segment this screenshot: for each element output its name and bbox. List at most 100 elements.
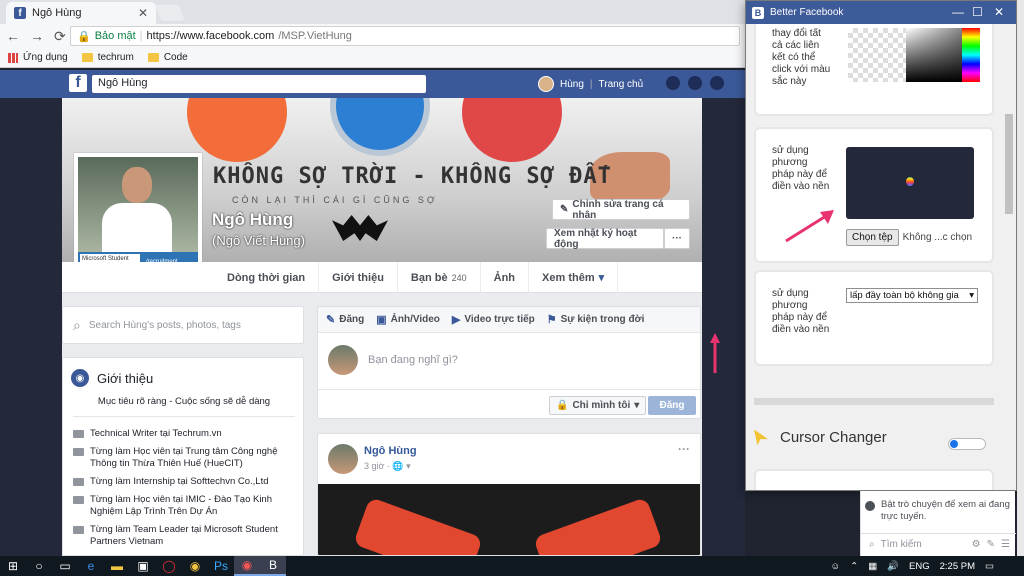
composer-tabs: ✎ Đăng ▣ Ảnh/Video ▶ Video trực tiếp ⚑ Sự ki… xyxy=(318,307,700,333)
people-icon[interactable]: ☺ xyxy=(831,561,841,572)
facebook-favicon-icon: f xyxy=(14,7,26,19)
work-item: Từng làm Học viên tại Trung tâm Công ngh… xyxy=(73,446,299,471)
file-explorer-icon[interactable]: ▬ xyxy=(104,556,130,576)
language-indicator[interactable]: ENG xyxy=(909,561,930,572)
post-timestamp[interactable]: 3 giờ · 🌐 ▾ xyxy=(364,461,411,472)
right-margin xyxy=(702,98,745,556)
saturation-picker[interactable] xyxy=(906,28,962,82)
toggle-knob xyxy=(950,440,958,448)
store-icon[interactable]: ▣ xyxy=(130,556,156,576)
tab-timeline[interactable]: Dòng thời gian xyxy=(214,262,320,293)
pencil-icon: ✎ xyxy=(560,204,569,215)
cortana-icon[interactable]: ○ xyxy=(26,556,52,576)
network-icon[interactable]: ▦ xyxy=(868,561,877,572)
secure-label: Bảo mật xyxy=(94,30,136,42)
facebook-logo-icon[interactable]: f xyxy=(69,74,87,92)
privacy-select[interactable]: 🔒 Chỉ mình tôi ▾ xyxy=(549,396,647,415)
divider xyxy=(318,389,700,390)
maximize-icon[interactable]: ☐ xyxy=(972,5,983,19)
link-color-description: thay đổi tất cả các liên kết có thể clic… xyxy=(772,28,831,87)
chevron-down-icon: ▾ xyxy=(634,400,640,411)
minimize-icon[interactable]: — xyxy=(952,5,964,19)
windows-start-icon[interactable]: ⊞ xyxy=(0,556,26,576)
avatar[interactable] xyxy=(538,76,554,92)
choose-file-button[interactable]: Chọn tệp xyxy=(846,229,899,246)
composer-tab-post[interactable]: ✎ Đăng xyxy=(326,313,364,326)
profile-search-box[interactable]: ⌕ Search Hùng's posts, photos, tags xyxy=(62,306,304,344)
tab-friends[interactable]: Bạn bè 240 xyxy=(398,262,481,293)
bookmark-apps[interactable]: Ứng dụng xyxy=(8,52,68,63)
avatar[interactable] xyxy=(328,444,358,474)
tab-close-icon[interactable]: ✕ xyxy=(138,6,148,20)
opera-icon[interactable]: ◯ xyxy=(156,556,182,576)
bookmark-techrum[interactable]: techrum xyxy=(81,52,134,63)
profile-picture[interactable]: Microsoft Student Partners /recruitment xyxy=(74,153,202,279)
extension-scroll-thumb[interactable] xyxy=(1005,114,1013,214)
facebook-notification-icons xyxy=(666,76,724,90)
lock-icon: 🔒 xyxy=(556,400,569,411)
tab-photos[interactable]: Ảnh xyxy=(481,262,530,293)
tab-about[interactable]: Giới thiệu xyxy=(319,262,398,293)
reload-icon[interactable]: ⟳ xyxy=(54,28,66,45)
composer-tab-photo[interactable]: ▣ Ảnh/Video xyxy=(376,313,440,326)
edge-icon[interactable]: e xyxy=(78,556,104,576)
task-view-icon[interactable]: ▭ xyxy=(52,556,78,576)
alpha-swatch[interactable] xyxy=(848,28,906,82)
home-link[interactable]: Trang chủ xyxy=(599,79,644,90)
photoshop-icon[interactable]: Ps xyxy=(208,556,234,576)
globe-icon: ◉ xyxy=(71,369,89,387)
edit-profile-button[interactable]: ✎ Chỉnh sửa trang cá nhân xyxy=(552,199,690,221)
cover-orange-circle xyxy=(187,98,287,162)
notification-icon[interactable]: ▭ xyxy=(985,561,994,572)
close-icon[interactable]: ✕ xyxy=(994,5,1004,19)
fill-mode-select[interactable]: lấp đầy toàn bộ không gia ▾ xyxy=(846,288,978,303)
cover-blue-circle xyxy=(330,98,430,156)
extension-scrollbar[interactable] xyxy=(1002,24,1016,490)
post-button[interactable]: Đăng xyxy=(648,396,696,415)
post-composer: ✎ Đăng ▣ Ảnh/Video ▶ Video trực tiếp ⚑ Sự ki… xyxy=(317,306,701,419)
address-bar[interactable]: 🔒 Bảo mật | https://www.facebook.com/MSP… xyxy=(70,26,740,46)
tray-chevron-icon[interactable]: ⌃ xyxy=(850,561,858,572)
annotation-arrow-up-icon xyxy=(710,333,720,373)
gear-icon[interactable]: ⚙ xyxy=(972,539,981,550)
briefcase-icon xyxy=(73,478,84,486)
chrome-icon[interactable]: ◉ xyxy=(182,556,208,576)
color-picker[interactable] xyxy=(848,28,982,82)
bookmark-code[interactable]: Code xyxy=(147,52,188,63)
compose-icon[interactable]: ✎ xyxy=(987,539,995,550)
composer-input[interactable]: Bạn đang nghĩ gì? xyxy=(328,345,458,375)
post-author[interactable]: Ngô Hùng xyxy=(364,445,417,457)
page-scrollbar[interactable] xyxy=(1017,0,1024,556)
post-image[interactable] xyxy=(318,484,700,555)
briefcase-icon xyxy=(73,430,84,438)
activity-log-button[interactable]: Xem nhật ký hoạt động xyxy=(546,228,664,250)
back-icon[interactable]: ← xyxy=(6,28,20,44)
forward-icon[interactable]: → xyxy=(30,28,44,44)
composer-tab-event[interactable]: ⚑ Sự kiện trong đời xyxy=(547,313,645,326)
cursor-changer-toggle[interactable] xyxy=(948,438,986,450)
hue-slider[interactable] xyxy=(962,28,980,82)
search-icon: ⌕ xyxy=(869,539,875,550)
profile-name[interactable]: Ngô Hùng xyxy=(212,210,293,230)
friend-requests-icon[interactable] xyxy=(666,76,680,90)
profile-link[interactable]: Hùng xyxy=(560,79,584,90)
post-options-button[interactable]: ··· xyxy=(678,442,690,456)
better-facebook-taskbar-icon[interactable]: B xyxy=(260,556,286,576)
background-fill-card: sử dụng phương pháp này để điền vào nền … xyxy=(754,270,994,366)
more-options-button[interactable]: ··· xyxy=(664,228,690,249)
clock[interactable]: 2:25 PM xyxy=(940,561,975,572)
group-icon[interactable]: ☰ xyxy=(1001,539,1010,550)
notifications-globe-icon[interactable] xyxy=(710,76,724,90)
annotation-arrow-icon xyxy=(785,210,834,243)
app-taskbar-icon[interactable]: ◉ xyxy=(234,556,260,576)
volume-icon[interactable]: 🔊 xyxy=(887,561,899,572)
messages-icon[interactable] xyxy=(688,76,702,90)
chat-search-input[interactable]: ⌕ Tìm kiếm ⚙ ✎ ☰ xyxy=(861,533,1016,555)
intro-motto: Mục tiêu rõ ràng - Cuộc sống sẽ dễ dàng xyxy=(97,396,271,407)
composer-tab-live[interactable]: ▶ Video trực tiếp xyxy=(452,313,535,326)
browser-tab[interactable]: f Ngô Hùng ✕ xyxy=(6,2,156,24)
facebook-search-input[interactable]: Ngô Hùng xyxy=(92,75,426,93)
tab-more[interactable]: Xem thêm ▾ xyxy=(529,262,619,293)
intro-card: ◉ Giới thiệu Mục tiêu rõ ràng - Cuộc sốn… xyxy=(62,357,304,556)
better-facebook-window: B Better Facebook — ☐ ✕ thay đổi tất cả … xyxy=(745,0,1017,491)
